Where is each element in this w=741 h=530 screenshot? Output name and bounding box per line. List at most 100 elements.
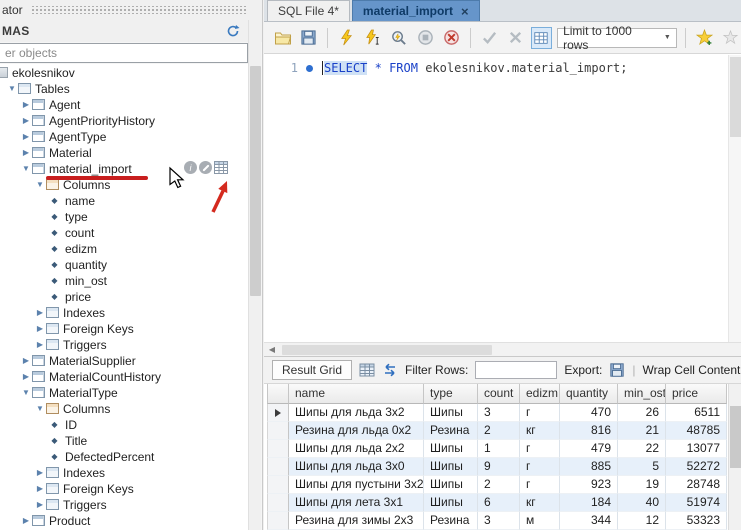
cell-name[interactable]: Шипы для льда 3x2 (289, 404, 424, 422)
scrollbar-thumb[interactable] (282, 345, 492, 355)
table-info-icon[interactable]: i (184, 161, 197, 174)
tree-item-indexes[interactable]: ▶Indexes (0, 464, 248, 480)
expander-icon[interactable]: ▼ (34, 177, 46, 193)
expander-icon[interactable]: ▶ (20, 513, 32, 529)
tree-item-quantity[interactable]: ◆quantity (0, 256, 248, 272)
save-script-button[interactable] (298, 27, 319, 49)
cell-min_ost[interactable]: 19 (618, 476, 666, 494)
row-selector[interactable] (267, 512, 289, 530)
cell-edizm[interactable]: м (520, 512, 560, 530)
snippets-sidebar-button[interactable] (720, 27, 741, 49)
expander-icon[interactable]: ▶ (20, 113, 32, 129)
commit-button[interactable] (479, 27, 500, 49)
tree-item-ekolesnikov[interactable]: ekolesnikov (0, 64, 248, 80)
expander-icon[interactable]: ▶ (34, 465, 46, 481)
row-selector-header[interactable] (267, 384, 289, 404)
cell-type[interactable]: Шипы (424, 404, 478, 422)
cell-type[interactable]: Резина (424, 422, 478, 440)
expander-icon[interactable]: ▶ (34, 337, 46, 353)
cell-quantity[interactable]: 344 (560, 512, 618, 530)
stop-execution-button[interactable] (415, 27, 436, 49)
cell-price[interactable]: 53323 (666, 512, 727, 530)
cell-count[interactable]: 9 (478, 458, 520, 476)
editor-vertical-scrollbar[interactable] (728, 55, 741, 342)
cell-count[interactable]: 3 (478, 512, 520, 530)
expander-icon[interactable]: ▶ (20, 369, 32, 385)
cell-price[interactable]: 51974 (666, 494, 727, 512)
grid-row[interactable]: Шипы для лета 3x1Шипы6кг1844051974 (267, 494, 727, 512)
cell-quantity[interactable]: 923 (560, 476, 618, 494)
tree-item-title[interactable]: ◆Title (0, 432, 248, 448)
cell-quantity[interactable]: 885 (560, 458, 618, 476)
cell-edizm[interactable]: г (520, 404, 560, 422)
tree-item-triggers[interactable]: ▶Triggers (0, 496, 248, 512)
cell-price[interactable]: 6511 (666, 404, 727, 422)
tree-item-foreign-keys[interactable]: ▶Foreign Keys (0, 480, 248, 496)
cell-type[interactable]: Шипы (424, 494, 478, 512)
cell-count[interactable]: 3 (478, 404, 520, 422)
cell-min_ost[interactable]: 21 (618, 422, 666, 440)
grid-row[interactable]: Шипы для льда 3x2Шипы3г470266511 (267, 404, 727, 422)
cell-type[interactable]: Шипы (424, 440, 478, 458)
tree-item-tables[interactable]: ▼Tables (0, 80, 248, 96)
tree-item-id[interactable]: ◆ID (0, 416, 248, 432)
cell-price[interactable]: 48785 (666, 422, 727, 440)
filter-rows-input[interactable] (475, 361, 557, 379)
cell-price[interactable]: 52272 (666, 458, 727, 476)
tree-item-indexes[interactable]: ▶Indexes (0, 304, 248, 320)
cell-count[interactable]: 1 (478, 440, 520, 458)
explain-plan-button[interactable] (388, 27, 409, 49)
cell-name[interactable]: Шипы для льда 2x2 (289, 440, 424, 458)
kill-query-button[interactable] (441, 27, 462, 49)
execute-current-statement-button[interactable] (362, 27, 383, 49)
expander-icon[interactable]: ▼ (20, 385, 32, 401)
tree-item-materialcounthistory[interactable]: ▶MaterialCountHistory (0, 368, 248, 384)
navigator-scrollbar[interactable] (248, 20, 261, 530)
export-icon[interactable] (609, 362, 625, 378)
expander-icon[interactable]: ▶ (34, 497, 46, 513)
tree-item-defectedpercent[interactable]: ◆DefectedPercent (0, 448, 248, 464)
tree-item-count[interactable]: ◆count (0, 224, 248, 240)
tree-item-min-ost[interactable]: ◆min_ost (0, 272, 248, 288)
cell-edizm[interactable]: кг (520, 422, 560, 440)
cell-name[interactable]: Шипы для льда 3x0 (289, 458, 424, 476)
close-tab-icon[interactable]: × (461, 5, 469, 18)
cell-min_ost[interactable]: 22 (618, 440, 666, 458)
column-header-quantity[interactable]: quantity (560, 384, 618, 404)
sql-editor-area[interactable]: 1 SELECT * FROM ekolesnikov.material_imp… (264, 55, 741, 342)
expander-icon[interactable]: ▶ (20, 353, 32, 369)
tree-item-columns[interactable]: ▼Columns (0, 176, 248, 192)
tree-item-name[interactable]: ◆name (0, 192, 248, 208)
cell-name[interactable]: Резина для льда 0x2 (289, 422, 424, 440)
tree-item-agentpriorityhistory[interactable]: ▶AgentPriorityHistory (0, 112, 248, 128)
row-selector[interactable] (267, 404, 289, 422)
tree-item-columns[interactable]: ▼Columns (0, 400, 248, 416)
cell-type[interactable]: Резина (424, 512, 478, 530)
refresh-results-icon[interactable] (382, 362, 398, 378)
row-selector[interactable] (267, 422, 289, 440)
tree-item-agenttype[interactable]: ▶AgentType (0, 128, 248, 144)
tab-sql-file-4[interactable]: SQL File 4* (267, 0, 350, 21)
grid-row[interactable]: Резина для льда 0x2Резина2кг8162148785 (267, 422, 727, 440)
cell-edizm[interactable]: г (520, 440, 560, 458)
cell-min_ost[interactable]: 40 (618, 494, 666, 512)
expander-icon[interactable]: ▼ (34, 401, 46, 417)
filter-objects-input[interactable] (0, 43, 248, 63)
cell-min_ost[interactable]: 5 (618, 458, 666, 476)
row-selector[interactable] (267, 476, 289, 494)
column-header-count[interactable]: count (478, 384, 520, 404)
cell-name[interactable]: Шипы для лета 3x1 (289, 494, 424, 512)
expander-icon[interactable]: ▶ (20, 145, 32, 161)
cell-edizm[interactable]: г (520, 476, 560, 494)
refresh-schemas-icon[interactable] (226, 24, 240, 38)
grid-row[interactable]: Резина для зимы 2x3Резина3м3441253323 (267, 512, 727, 530)
cell-count[interactable]: 6 (478, 494, 520, 512)
cell-min_ost[interactable]: 26 (618, 404, 666, 422)
tree-item-material[interactable]: ▶Material (0, 144, 248, 160)
row-selector[interactable] (267, 494, 289, 512)
save-snippet-button[interactable] (694, 27, 715, 49)
tree-item-price[interactable]: ◆price (0, 288, 248, 304)
grid-row[interactable]: Шипы для льда 3x0Шипы9г885552272 (267, 458, 727, 476)
expander-icon[interactable]: ▼ (20, 161, 32, 177)
expander-icon[interactable]: ▼ (6, 81, 18, 97)
